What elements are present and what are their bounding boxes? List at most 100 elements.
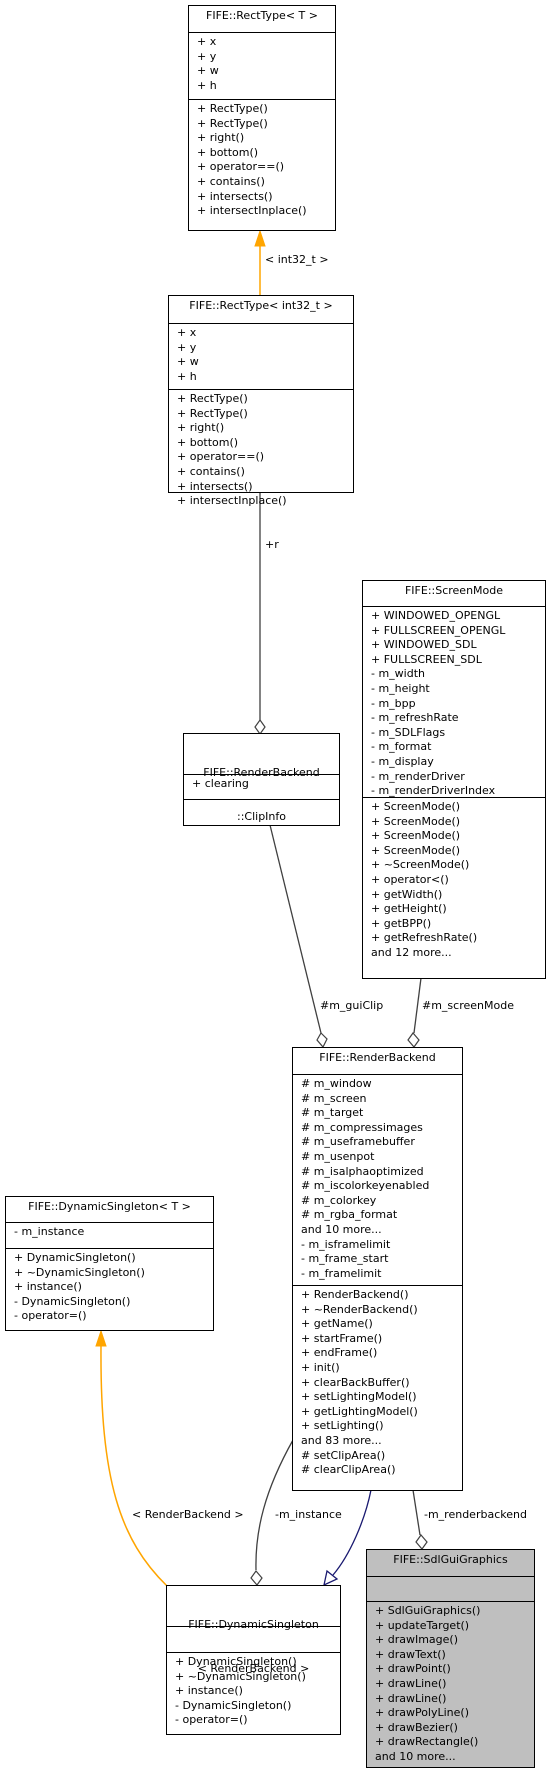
member-item: + right() (177, 421, 225, 435)
member-item: + h (197, 78, 217, 92)
methods-section: + RectType() + RectType() + right() + botto… (169, 389, 353, 507)
edge-label-instance: -m_instance (275, 1508, 342, 1521)
member-item: and 83 more... (301, 1433, 382, 1447)
diamond-icon (250, 1570, 263, 1586)
member-item: + init() (301, 1360, 340, 1374)
member-item: + contains() (177, 464, 245, 478)
edge-label-screen-mode: #m_screenMode (422, 999, 514, 1012)
class-title: FIFE::RectType< T > (206, 9, 318, 22)
member-item: + WINDOWED_SDL (371, 638, 477, 652)
member-item: # m_target (301, 1106, 364, 1120)
edge-gui-clip (269, 824, 328, 1049)
class-renderbackend[interactable]: FIFE::RenderBackend # m_window # m_screen… (292, 1047, 463, 1491)
member-item: + RectType() (197, 102, 268, 115)
member-item: - operator=() (14, 1309, 87, 1323)
member-item: + drawLine() (375, 1676, 447, 1690)
member-item: + intersects() (177, 479, 253, 493)
member-item: + drawImage() (375, 1633, 458, 1647)
member-item: + contains() (197, 174, 265, 188)
methods-section: + RectType() + RectType() + right() + botto… (189, 99, 335, 230)
edge-inheritance (323, 1489, 372, 1587)
member-item: + drawText() (375, 1647, 446, 1661)
diamond-icon (254, 718, 266, 736)
arrowhead-icon (254, 229, 266, 247)
member-item: # setClipArea() (301, 1448, 386, 1462)
member-item: + getName() (301, 1317, 373, 1331)
class-title: FIFE::DynamicSingleton < RenderBackend > (167, 1586, 340, 1675)
member-item: - m_display (371, 754, 434, 768)
member-item: - m_renderDriver (371, 769, 465, 783)
member-item: + x (197, 35, 217, 48)
attributes-section: + WINDOWED_OPENGL + FULLSCREEN_OPENGL + WI… (363, 606, 545, 797)
class-screenmode[interactable]: FIFE::ScreenMode + WINDOWED_OPENGL + FULL… (362, 580, 546, 979)
member-item: + setLighting() (301, 1419, 384, 1433)
diamond-icon (415, 1534, 428, 1550)
member-item: + DynamicSingleton() (14, 1251, 136, 1264)
edge-screen-mode (407, 977, 422, 1048)
member-item: # m_screen (301, 1091, 367, 1105)
member-item: - m_instance (14, 1225, 85, 1238)
member-item: + operator==() (197, 160, 285, 174)
member-item: + getHeight() (371, 902, 447, 916)
member-item: + ScreenMode() (371, 800, 461, 813)
member-item: + FULLSCREEN_OPENGL (371, 623, 506, 637)
member-item: + w (177, 355, 199, 369)
class-title: FIFE::RenderBackend (319, 1051, 436, 1064)
member-item: + startFrame() (301, 1331, 383, 1345)
member-item: + setLightingModel() (301, 1390, 417, 1404)
class-clipinfo[interactable]: FIFE::RenderBackend ::ClipInfo + clearin… (183, 733, 340, 826)
member-item: - m_frame_start (301, 1252, 389, 1266)
member-item: - m_height (371, 681, 430, 695)
member-item: - m_format (371, 740, 432, 754)
class-dynamicsingleton-t[interactable]: FIFE::DynamicSingleton< T > - m_instance… (5, 1196, 214, 1331)
member-item: + ScreenMode() (371, 829, 461, 843)
attributes-section: # m_window # m_screen # m_target # m_compre… (293, 1074, 462, 1285)
member-item: # m_usenpot (301, 1149, 375, 1163)
edge-template-int32 (254, 229, 266, 295)
class-title: FIFE::DynamicSingleton< T > (28, 1200, 191, 1213)
member-item: + ~DynamicSingleton() (175, 1669, 306, 1683)
class-recttype-int32[interactable]: FIFE::RectType< int32_t > + x + y + w + h +… (168, 295, 354, 507)
class-recttype-t[interactable]: FIFE::RectType< T > + x + y + w + h + RectT… (188, 5, 336, 231)
member-item: + operator==() (177, 450, 265, 464)
member-item: # clearClipArea() (301, 1463, 396, 1477)
member-item: + ~DynamicSingleton() (14, 1265, 145, 1279)
class-title: FIFE::SdlGuiGraphics (393, 1553, 508, 1566)
member-item: + updateTarget() (375, 1618, 470, 1632)
class-title-line: FIFE::DynamicSingleton (188, 1618, 319, 1632)
class-dynamicsingleton-renderbackend[interactable]: FIFE::DynamicSingleton < RenderBackend >… (166, 1585, 341, 1735)
methods-section: + ScreenMode() + ScreenMode() + ScreenMode… (363, 797, 545, 978)
class-sdlguigraphics[interactable]: FIFE::SdlGuiGraphics + SdlGuiGraphics() +… (366, 1549, 535, 1768)
diamond-icon (407, 1032, 420, 1048)
member-item: + w (197, 64, 219, 78)
member-item: + drawRectangle() (375, 1735, 479, 1749)
class-title: FIFE::RectType< int32_t > (189, 299, 333, 312)
methods-section: + DynamicSingleton() + ~DynamicSingleton(… (6, 1248, 213, 1330)
member-item: + h (177, 369, 197, 383)
member-item: + intersectInplace() (197, 204, 307, 218)
class-title: FIFE::RenderBackend ::ClipInfo (184, 734, 339, 823)
edge-label-r: +r (265, 538, 279, 551)
member-item: + getWidth() (371, 887, 443, 901)
member-item: + RenderBackend() (301, 1288, 409, 1301)
member-item: + x (177, 326, 197, 339)
member-item: + drawPoint() (375, 1662, 451, 1676)
member-item: + intersectInplace() (177, 494, 287, 508)
member-item: # m_compressimages (301, 1120, 423, 1134)
member-item: + SdlGuiGraphics() (375, 1604, 481, 1617)
member-item: and 12 more... (371, 945, 452, 959)
member-item: - operator=() (175, 1713, 248, 1727)
member-item: # m_useframebuffer (301, 1135, 415, 1149)
member-item: + ~RenderBackend() (301, 1302, 418, 1316)
member-item: + operator<() (371, 872, 449, 886)
edge-label-int32-template: < int32_t > (265, 253, 329, 266)
member-item: - m_bpp (371, 696, 416, 710)
member-item: + intersects() (197, 189, 273, 203)
member-item: # m_isalphaoptimized (301, 1164, 424, 1178)
edge-template-renderbackend (95, 1329, 168, 1587)
member-item: + getRefreshRate() (371, 931, 478, 945)
member-item: + endFrame() (301, 1346, 378, 1360)
member-item: + right() (197, 131, 245, 145)
member-item: and 10 more... (301, 1222, 382, 1236)
member-item: + getLightingModel() (301, 1404, 418, 1418)
